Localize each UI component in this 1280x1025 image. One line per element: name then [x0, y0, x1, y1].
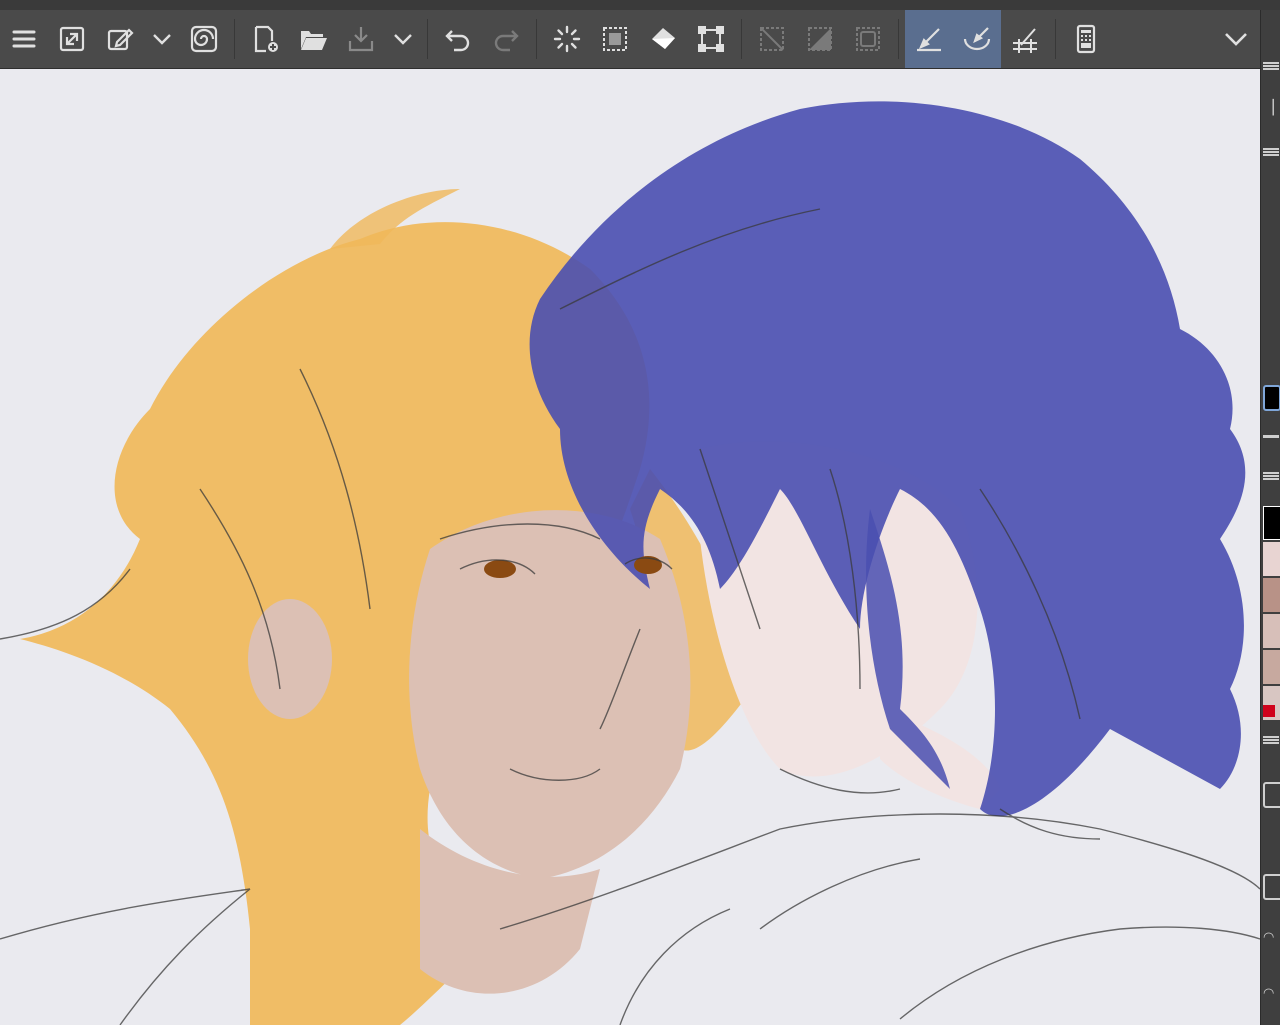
- clear-icon[interactable]: [543, 10, 591, 68]
- panel-menu-icon[interactable]: [1263, 472, 1279, 480]
- color-swatch[interactable]: [1263, 542, 1280, 576]
- toolbar-separator: [536, 19, 537, 59]
- device-icon[interactable]: [1062, 10, 1110, 68]
- toolbar-separator: [234, 19, 235, 59]
- undo-icon[interactable]: [434, 10, 482, 68]
- special-ruler-snap-icon[interactable]: [953, 10, 1001, 68]
- color-swatch[interactable]: [1263, 650, 1280, 684]
- selection-border-icon[interactable]: [844, 10, 892, 68]
- eye-icon[interactable]: ◠: [1263, 986, 1279, 1002]
- chevron-down-icon[interactable]: [385, 10, 421, 68]
- eye-icon[interactable]: ◠: [1263, 930, 1279, 946]
- main-color-swatch[interactable]: [1263, 385, 1280, 411]
- command-bar: [0, 10, 1260, 69]
- color-swatch[interactable]: [1263, 506, 1280, 540]
- layer-thumbnail-icon[interactable]: [1263, 874, 1280, 900]
- panel-tab-icon[interactable]: ▕: [1263, 100, 1279, 116]
- panel-menu-icon[interactable]: [1263, 736, 1279, 744]
- panel-menu-icon[interactable]: [1263, 148, 1279, 156]
- fit-canvas-icon[interactable]: [48, 10, 96, 68]
- chevron-down-icon[interactable]: [1212, 10, 1260, 68]
- chevron-down-icon[interactable]: [144, 10, 180, 68]
- deselect-icon[interactable]: [748, 10, 796, 68]
- side-panel-strip: ▕ ◠ ◠: [1260, 10, 1280, 1025]
- artwork: [0, 69, 1260, 1025]
- drawing-canvas[interactable]: [0, 69, 1260, 1025]
- invert-selection-icon[interactable]: [796, 10, 844, 68]
- open-folder-icon[interactable]: [289, 10, 337, 68]
- select-invert-icon[interactable]: [591, 10, 639, 68]
- panel-menu-icon[interactable]: [1263, 62, 1279, 70]
- fill-bucket-icon[interactable]: [639, 10, 687, 68]
- grid-snap-icon[interactable]: [1001, 10, 1049, 68]
- ruler-snap-icon[interactable]: [905, 10, 953, 68]
- sub-color-icon[interactable]: [1263, 435, 1279, 446]
- transform-icon[interactable]: [687, 10, 735, 68]
- spiral-companion-icon[interactable]: [180, 10, 228, 68]
- edit-transform-icon[interactable]: [96, 10, 144, 68]
- new-file-icon[interactable]: [241, 10, 289, 68]
- color-swatch[interactable]: [1263, 614, 1280, 648]
- layer-thumbnail-icon[interactable]: [1263, 782, 1280, 808]
- title-bar: [0, 0, 1280, 10]
- accent-color-swatch[interactable]: [1263, 705, 1275, 717]
- toolbar-separator: [898, 19, 899, 59]
- toolbar-separator: [427, 19, 428, 59]
- redo-icon[interactable]: [482, 10, 530, 68]
- save-icon[interactable]: [337, 10, 385, 68]
- toolbar-separator: [1055, 19, 1056, 59]
- toolbar-separator: [741, 19, 742, 59]
- menu-icon[interactable]: [0, 10, 48, 68]
- color-swatch[interactable]: [1263, 578, 1280, 612]
